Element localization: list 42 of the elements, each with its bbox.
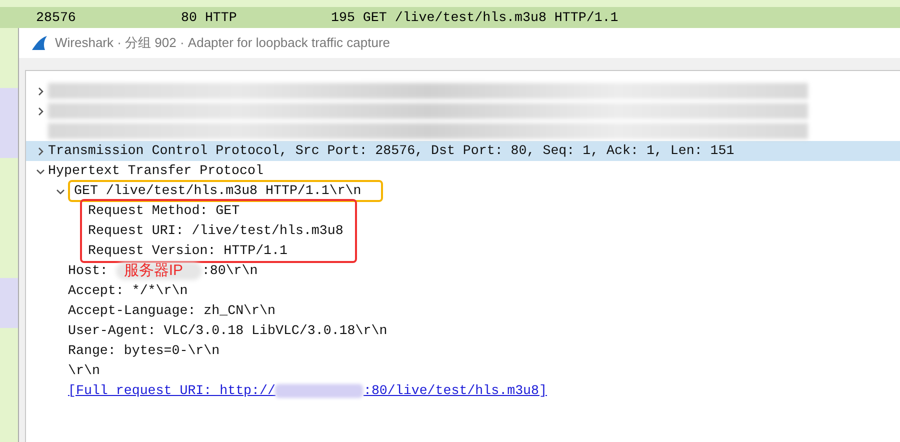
tree-item-text: GET /live/test/hls.m3u8 HTTP/1.1\r\n bbox=[74, 182, 362, 200]
packet-row[interactable] bbox=[0, 328, 18, 442]
tree-row[interactable]: GET /live/test/hls.m3u8 HTTP/1.1\r\n bbox=[26, 181, 900, 201]
shark-fin-icon bbox=[31, 35, 49, 51]
tree-item-text: Accept: */*\r\n bbox=[68, 282, 188, 300]
tree-row[interactable]: Host: 服务器IP :80\r\n bbox=[26, 261, 900, 281]
chevron-right-icon[interactable] bbox=[36, 86, 44, 96]
packet-row[interactable] bbox=[0, 28, 18, 88]
tree-item-text: Request Version: HTTP/1.1 bbox=[88, 242, 288, 260]
packet-row[interactable] bbox=[0, 158, 18, 278]
chevron-right-icon[interactable] bbox=[36, 106, 44, 116]
full-uri-link[interactable]: [Full request URI: http:// :80/live/test/hls.m3u8] bbox=[68, 381, 547, 401]
packet-row[interactable] bbox=[0, 88, 18, 158]
tree-row[interactable]: User-Agent: VLC/3.0.18 LibVLC/3.0.18\r\n bbox=[26, 321, 900, 341]
packet-row[interactable]: 28576 80 HTTP 195 GET /live/test/hls.m3u8 HTTP/1.1 bbox=[0, 7, 900, 28]
tree-item-text: Transmission Control Protocol, Src Port: 28576, Dst Port: 80, Seq: 1, Ack: 1, Len: 151 bbox=[48, 142, 734, 160]
tree-item-text: Request Method: GET bbox=[88, 202, 240, 220]
tree-row[interactable]: \r\n bbox=[26, 361, 900, 381]
chevron-right-icon[interactable] bbox=[36, 146, 44, 156]
packet-row[interactable] bbox=[0, 0, 900, 7]
packet-row[interactable] bbox=[0, 278, 18, 328]
tree-item-text: Accept-Language: zh_CN\r\n bbox=[68, 302, 276, 320]
tree-item-text: \r\n bbox=[68, 362, 100, 380]
chevron-down-icon[interactable] bbox=[56, 186, 64, 196]
window-title: Wireshark · 分组 902 · Adapter for loopback traffic capture bbox=[55, 34, 390, 52]
tree-row[interactable]: [Full request URI: http:// :80/live/test/hls.m3u8] bbox=[26, 381, 900, 401]
selected-tree-row[interactable]: Transmission Control Protocol, Src Port: 28576, Dst Port: 80, Seq: 1, Ack: 1, Len: 151 bbox=[26, 141, 900, 161]
tree-row[interactable]: Accept-Language: zh_CN\r\n bbox=[26, 301, 900, 321]
tree-row[interactable]: Accept: */*\r\n bbox=[26, 281, 900, 301]
tree-item-text: Host: 服务器IP :80\r\n bbox=[68, 261, 258, 281]
tree-row[interactable]: Request Method: GET bbox=[82, 201, 344, 221]
tree-item-text: Range: bytes=0-\r\n bbox=[68, 342, 220, 360]
packet-cell-text: 28576 bbox=[36, 8, 77, 27]
chevron-down-icon[interactable] bbox=[36, 166, 44, 176]
tree-row[interactable]: Request Version: HTTP/1.1 bbox=[82, 241, 344, 261]
tree-row[interactable]: Hypertext Transfer Protocol bbox=[26, 161, 900, 181]
tree-item-text: User-Agent: VLC/3.0.18 LibVLC/3.0.18\r\n bbox=[68, 322, 388, 340]
tree-row[interactable]: Range: bytes=0-\r\n bbox=[26, 341, 900, 361]
annotation-label: 服务器IP bbox=[124, 260, 184, 281]
packet-cell-text: 195 GET /live/test/hls.m3u8 HTTP/1.1 bbox=[331, 8, 618, 27]
tree-item-text: Hypertext Transfer Protocol bbox=[48, 162, 264, 180]
packet-cell-text: 80 HTTP bbox=[181, 8, 238, 27]
